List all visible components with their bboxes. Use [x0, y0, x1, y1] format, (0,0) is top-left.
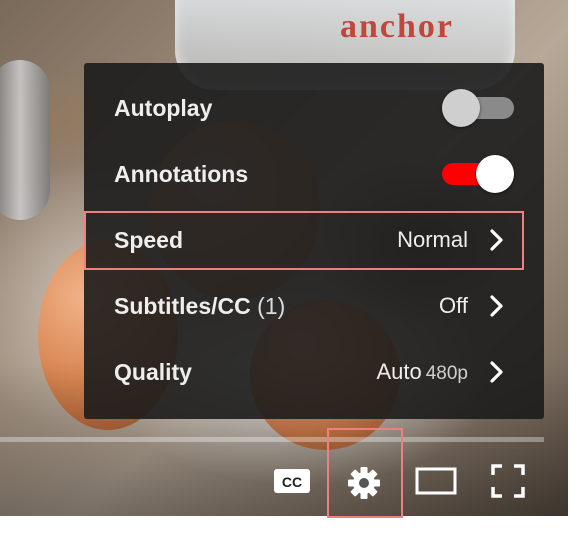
- menu-item-annotations[interactable]: Annotations: [84, 141, 544, 207]
- chevron-right-icon: [490, 295, 503, 317]
- menu-item-value: Normal: [397, 227, 468, 252]
- menu-item-quality[interactable]: Quality Auto 480p: [84, 339, 544, 405]
- settings-button[interactable]: [340, 462, 388, 504]
- closed-captions-icon: CC: [274, 469, 310, 493]
- quality-resolution: 480p: [425, 363, 468, 384]
- theater-mode-button[interactable]: [410, 462, 462, 500]
- menu-item-label: Speed: [114, 226, 184, 253]
- menu-item-label: Subtitles/CC (1): [114, 293, 285, 320]
- cc-label: CC: [282, 474, 302, 490]
- subtitles-label: Subtitles/CC: [114, 292, 251, 319]
- video-player[interactable]: anchor Autoplay Annotations Speed Normal: [0, 0, 568, 516]
- gear-icon: [348, 467, 380, 499]
- subtitles-track-count: (1): [257, 292, 286, 319]
- autoplay-toggle[interactable]: [442, 89, 514, 127]
- menu-item-label: Annotations: [114, 160, 249, 187]
- theater-mode-icon: [415, 467, 457, 495]
- fullscreen-button[interactable]: [486, 460, 530, 502]
- chevron-right-icon: [490, 361, 503, 383]
- fullscreen-icon: [491, 464, 525, 498]
- menu-item-value: Auto 480p: [376, 359, 468, 385]
- menu-item-autoplay[interactable]: Autoplay: [84, 75, 544, 141]
- menu-item-label: Autoplay: [114, 94, 213, 121]
- settings-menu: Autoplay Annotations Speed Normal Subtit…: [84, 63, 544, 419]
- progress-bar[interactable]: [0, 437, 544, 442]
- menu-item-subtitles[interactable]: Subtitles/CC (1) Off: [84, 273, 544, 339]
- toggle-knob: [476, 155, 514, 193]
- toggle-knob: [442, 89, 480, 127]
- menu-item-speed[interactable]: Speed Normal: [84, 207, 544, 273]
- quality-mode: Auto: [376, 359, 422, 384]
- subtitles-button[interactable]: CC: [268, 462, 316, 500]
- menu-item-label: Quality: [114, 358, 192, 385]
- annotations-toggle[interactable]: [442, 155, 514, 193]
- chevron-right-icon: [490, 229, 503, 251]
- menu-item-value: Off: [439, 293, 468, 318]
